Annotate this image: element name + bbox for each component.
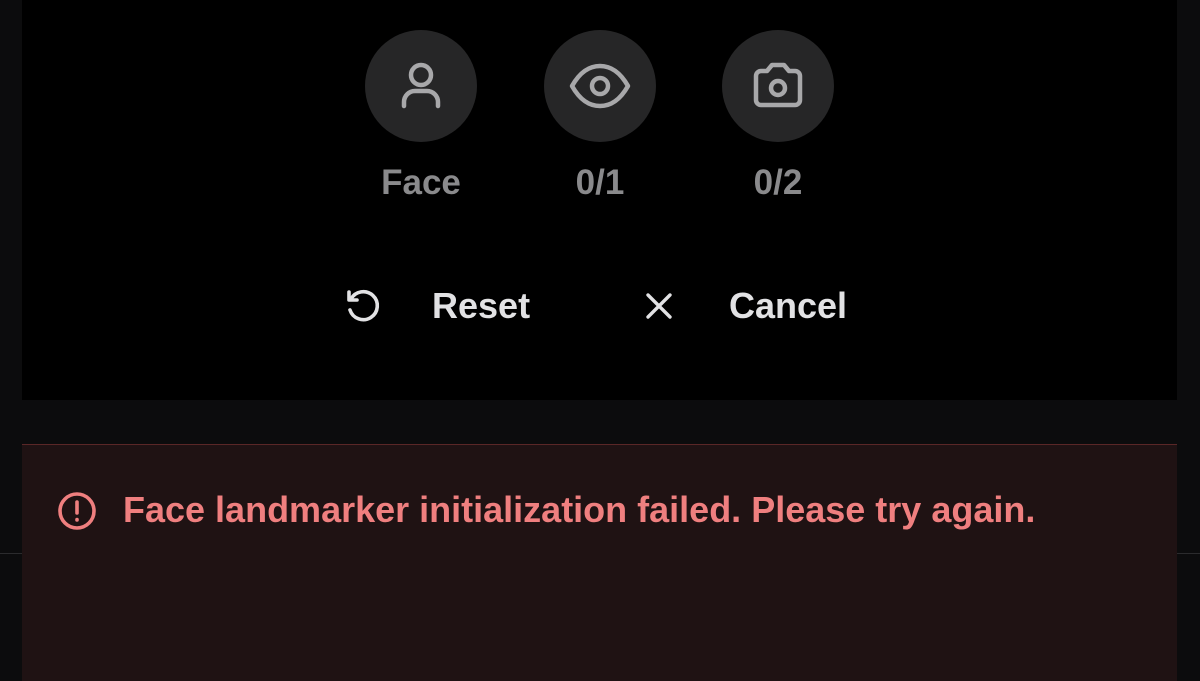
page: Face 0/1 0/2 Reset Cancel Face landmarke…	[0, 0, 1200, 681]
reset-label: Reset	[432, 285, 531, 326]
cancel-label: Cancel	[729, 285, 848, 326]
step-camera-label: 0/2	[753, 163, 803, 202]
reset-icon	[343, 286, 383, 326]
error-alert: Face landmarker initialization failed. P…	[22, 444, 1177, 681]
alert-circle-icon	[56, 490, 98, 532]
eye-icon	[568, 54, 632, 118]
capture-panel: Face 0/1 0/2 Reset Cancel	[22, 0, 1177, 400]
step-face-indicator	[365, 30, 477, 142]
camera-icon	[746, 54, 810, 118]
step-eye-label: 0/1	[575, 163, 625, 202]
divider	[1177, 553, 1200, 554]
person-icon	[389, 54, 453, 118]
step-eye-indicator	[544, 30, 656, 142]
divider	[0, 553, 22, 554]
step-eye: 0/1	[544, 30, 656, 210]
reset-button[interactable]: Reset	[343, 278, 530, 334]
error-message: Face landmarker initialization failed. P…	[123, 489, 1036, 530]
step-camera: 0/2	[722, 30, 834, 210]
cancel-button[interactable]: Cancel	[639, 278, 847, 334]
step-face-label: Face	[381, 163, 461, 202]
close-icon	[639, 286, 679, 326]
step-face: Face	[365, 30, 477, 210]
step-camera-indicator	[722, 30, 834, 142]
